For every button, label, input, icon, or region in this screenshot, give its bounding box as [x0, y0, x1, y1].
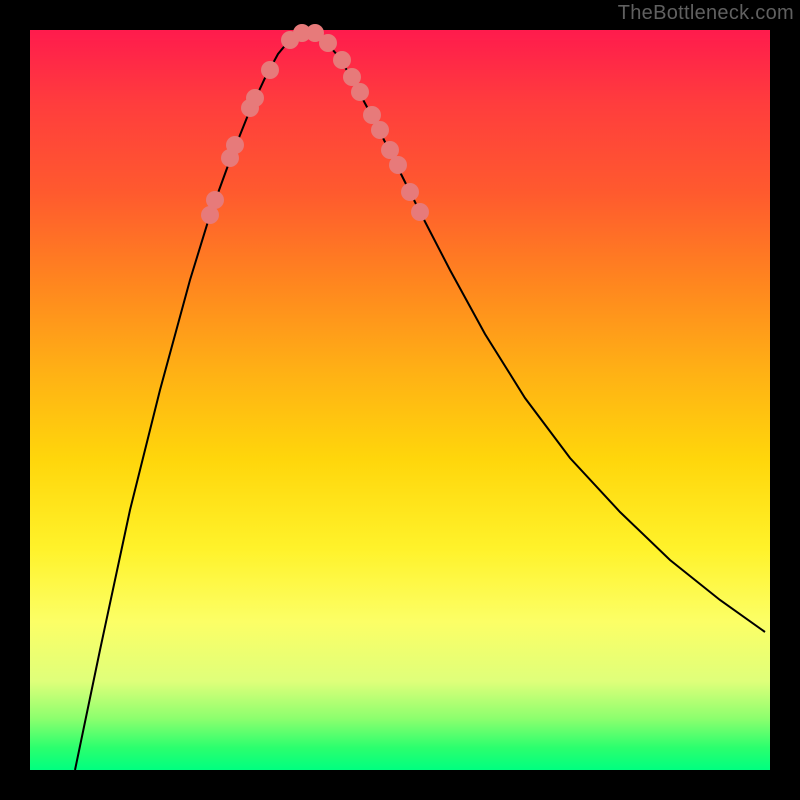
data-marker	[333, 51, 351, 69]
data-marker	[246, 89, 264, 107]
data-marker	[319, 34, 337, 52]
data-marker	[371, 121, 389, 139]
data-marker	[206, 191, 224, 209]
data-marker	[389, 156, 407, 174]
data-marker	[261, 61, 279, 79]
plot-area	[30, 30, 770, 770]
data-marker	[411, 203, 429, 221]
chart-svg	[30, 30, 770, 770]
data-marker	[226, 136, 244, 154]
watermark-text: TheBottleneck.com	[618, 2, 794, 25]
data-marker	[401, 183, 419, 201]
bottleneck-curve	[75, 32, 765, 770]
chart-frame: TheBottleneck.com	[0, 0, 800, 800]
data-marker	[351, 83, 369, 101]
